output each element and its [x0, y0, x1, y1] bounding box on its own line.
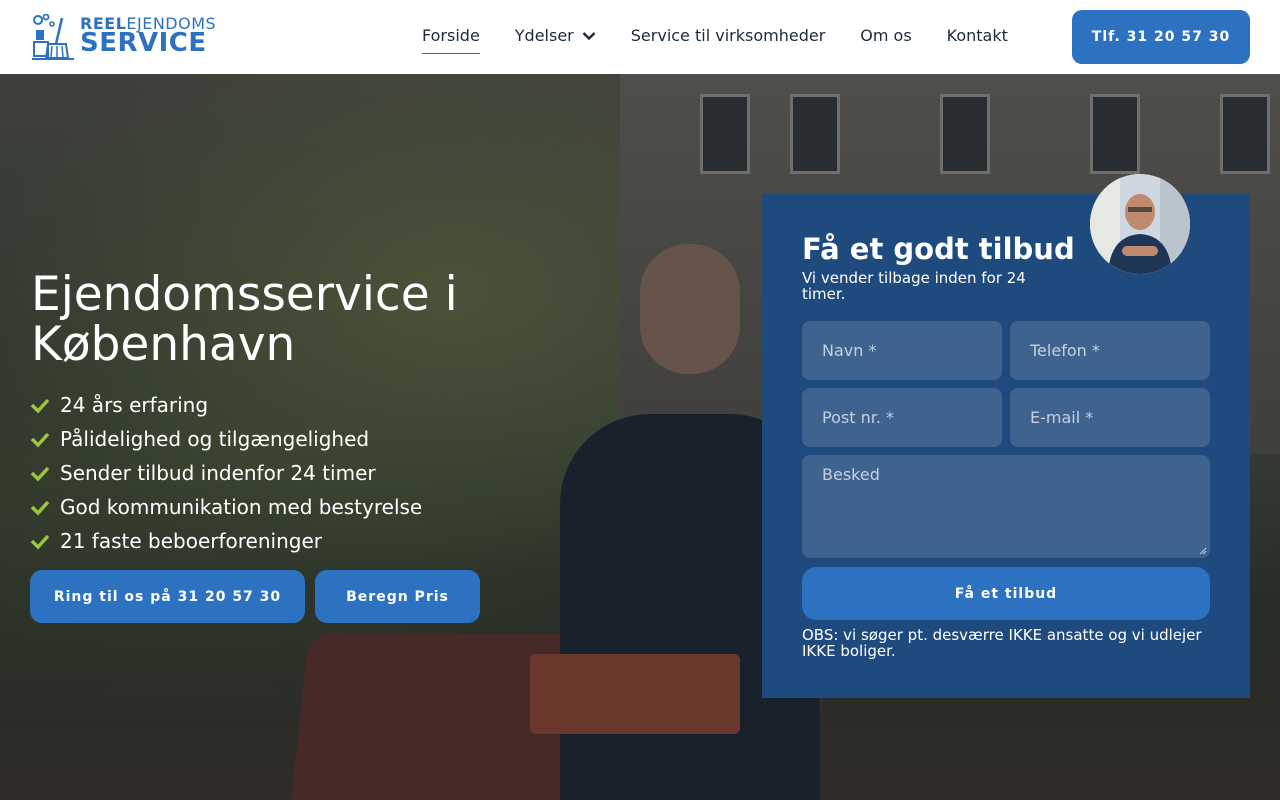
nav-item-ydelser[interactable]: Ydelser	[515, 24, 596, 54]
form-subtitle: Vi vender tilbage inden for 24 timer.	[802, 269, 1026, 303]
feature-text: 21 faste beboerforeninger	[60, 529, 322, 553]
feature-text: 24 års erfaring	[60, 393, 209, 417]
calculate-price-button[interactable]: Beregn Pris	[315, 570, 480, 623]
check-icon	[30, 463, 50, 483]
resize-handle-icon[interactable]	[1199, 547, 1207, 555]
feature-list: 24 års erfaring Pålidelighed og tilgænge…	[30, 388, 422, 558]
nav-item-ydelser-label: Ydelser	[514, 26, 574, 45]
submit-quote-button[interactable]: Få et tilbud	[802, 567, 1210, 620]
list-item: 24 års erfaring	[30, 388, 422, 422]
list-item: Sender tilbud indenfor 24 timer	[30, 456, 422, 490]
nav-item-om-os[interactable]: Om os	[860, 24, 911, 54]
form-note: OBS: vi søger pt. desværre IKKE ansatte …	[802, 626, 1202, 660]
avatar	[1090, 174, 1190, 274]
check-icon	[30, 531, 50, 551]
zip-input[interactable]: Post nr. *	[802, 388, 1002, 447]
nav-item-kontakt[interactable]: Kontakt	[947, 24, 1008, 54]
cleaning-broom-logo-icon	[32, 14, 74, 60]
list-item: 21 faste beboerforeninger	[30, 524, 422, 558]
nav-item-virksomheder[interactable]: Service til virksomheder	[631, 24, 826, 54]
site-header: REELEJENDOMS SERVICE Forside Ydelser Ser…	[0, 0, 1280, 74]
form-title: Få et godt tilbud	[802, 232, 1075, 266]
chevron-down-icon	[582, 24, 596, 48]
logo[interactable]: REELEJENDOMS SERVICE	[32, 14, 216, 60]
feature-text: Sender tilbud indenfor 24 timer	[60, 461, 376, 485]
feature-text: Pålidelighed og tilgængelighed	[60, 427, 370, 451]
check-icon	[30, 395, 50, 415]
message-textarea[interactable]: Besked	[802, 455, 1210, 558]
list-item: God kommunikation med bestyrelse	[30, 490, 422, 524]
main-nav: Forside Ydelser Service til virksomheder…	[422, 24, 1043, 54]
header-phone-button[interactable]: Tlf. 31 20 57 30	[1072, 10, 1250, 64]
email-input[interactable]: E-mail *	[1010, 388, 1210, 447]
nav-item-forside[interactable]: Forside	[422, 24, 480, 54]
check-icon	[30, 429, 50, 449]
logo-wordmark-bottom: SERVICE	[80, 28, 207, 58]
message-placeholder: Besked	[822, 465, 880, 484]
check-icon	[30, 497, 50, 517]
hero-title: Ejendomsservice i København	[31, 267, 458, 372]
person-portrait-icon	[1090, 174, 1190, 274]
name-input[interactable]: Navn *	[802, 321, 1002, 380]
call-us-button[interactable]: Ring til os på 31 20 57 30	[30, 570, 305, 623]
quote-form-card: Få et godt tilbud Vi vender tilbage inde…	[762, 194, 1250, 698]
feature-text: God kommunikation med bestyrelse	[60, 495, 423, 519]
phone-input[interactable]: Telefon *	[1010, 321, 1210, 380]
list-item: Pålidelighed og tilgængelighed	[30, 422, 422, 456]
